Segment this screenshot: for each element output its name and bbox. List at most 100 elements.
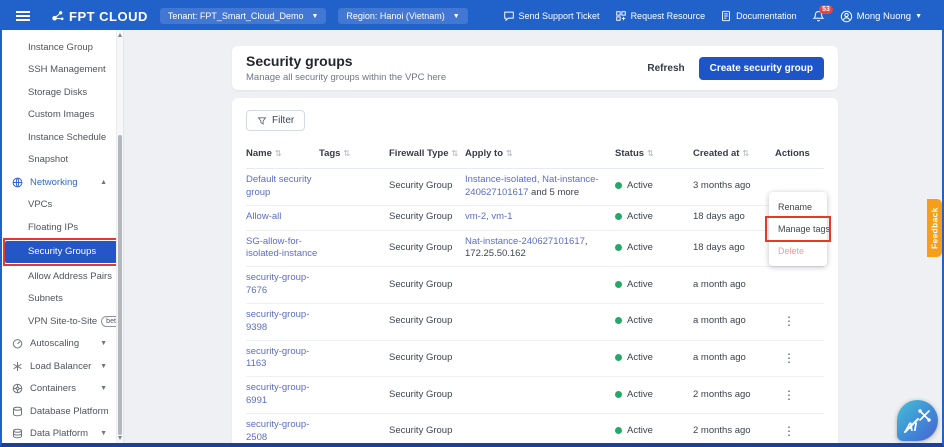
kebab-menu-icon[interactable]: ⋮ — [775, 424, 803, 438]
chevron-up-icon: ▲ — [100, 178, 107, 186]
cell-status: Active — [615, 352, 693, 365]
table-row: Default security group Security Group Inst… — [246, 169, 824, 206]
cell-firewall-type: Security Group — [389, 425, 453, 437]
security-group-name-link[interactable]: security-group-2508 — [246, 419, 309, 443]
sidebar-item-label: Security Groups — [28, 246, 97, 258]
table-row: Allow-all Security Group vm-2, vm-1 Active 1… — [246, 206, 824, 231]
apply-to-link[interactable]: vm-2, vm-1 — [465, 211, 513, 222]
data-platform-icon — [12, 428, 23, 439]
security-group-name-link[interactable]: security-group-7676 — [246, 272, 309, 296]
column-header-status[interactable]: Status ⇅ — [615, 148, 693, 159]
refresh-button[interactable]: Refresh — [647, 63, 684, 74]
kebab-menu-icon[interactable]: ⋮ — [775, 388, 803, 402]
tenant-selector[interactable]: Tenant: FPT_Smart_Cloud_Demo ▼ — [159, 8, 327, 24]
nav-link-send-support-ticket[interactable]: Send Support Ticket — [503, 10, 600, 22]
fpt-cloud-logo-icon — [50, 9, 65, 24]
hamburger-menu-icon[interactable] — [16, 11, 30, 21]
status-dot-icon — [615, 390, 622, 398]
sidebar-item-vpcs[interactable]: VPCs — [2, 194, 123, 217]
security-group-name-link[interactable]: security-group-1163 — [246, 346, 309, 370]
sort-icon[interactable]: ⇅ — [742, 149, 749, 158]
nav-link-request-resource[interactable]: Request Resource — [615, 10, 705, 22]
security-group-name-link[interactable]: Allow-all — [246, 211, 281, 222]
column-header-apply-to[interactable]: Apply to ⇅ — [465, 148, 615, 159]
status-label: Active — [627, 180, 653, 192]
column-header-firewall-type[interactable]: Firewall Type ⇅ — [389, 148, 465, 159]
security-group-name-link[interactable]: security-group-6991 — [246, 382, 309, 406]
column-header-name[interactable]: Name ⇅ — [246, 148, 319, 159]
region-selector[interactable]: Region: Hanoi (Vietnam) ▼ — [338, 8, 468, 24]
table-row: security-group-7676 Security Group Active a… — [246, 267, 824, 304]
notification-badge: 53 — [818, 4, 834, 14]
containers-icon — [12, 383, 23, 394]
column-header-tags[interactable]: Tags ⇅ — [319, 148, 389, 159]
cell-firewall-type: Security Group — [389, 278, 453, 290]
sidebar-item-snapshot[interactable]: Snapshot — [2, 149, 123, 172]
kebab-menu-icon[interactable]: ⋮ — [775, 351, 803, 365]
sort-icon[interactable]: ⇅ — [343, 149, 350, 158]
sidebar-item-label: Custom Images — [28, 109, 95, 121]
sort-icon[interactable]: ⇅ — [506, 149, 513, 158]
status-label: Active — [627, 278, 653, 290]
scrollbar-thumb[interactable] — [118, 135, 122, 435]
security-group-name-link[interactable]: security-group-9398 — [246, 309, 309, 333]
sidebar-item-vpn-site-to-site[interactable]: VPN Site-to-Site beta — [2, 310, 123, 333]
security-group-name-link[interactable]: SG-allow-for-isolated-instance — [246, 236, 317, 260]
sidebar-item-data-platform[interactable]: Data Platform ▼ — [2, 423, 123, 444]
ai-assistant-button[interactable]: AI — [897, 400, 938, 441]
cell-firewall-type: Security Group — [389, 388, 453, 400]
feedback-tab[interactable]: Feedback — [927, 199, 942, 257]
user-icon — [840, 10, 853, 23]
status-dot-icon — [615, 427, 622, 435]
filter-button[interactable]: Filter — [246, 110, 306, 131]
menu-item-delete[interactable]: Delete — [769, 240, 827, 262]
chevron-down-icon: ▼ — [100, 340, 107, 348]
security-groups-table: Name ⇅ Tags ⇅ Firewall Type ⇅ Apply to ⇅ Status ⇅… — [246, 143, 824, 443]
sidebar-item-storage-disks[interactable]: Storage Disks — [2, 81, 123, 104]
sidebar-item-networking[interactable]: Networking ▲ — [2, 171, 123, 194]
sidebar-item-instance-schedule[interactable]: Instance Schedule — [2, 126, 123, 149]
sidebar-item-floating-ips[interactable]: Floating IPs — [2, 216, 123, 239]
cell-created-at: a month ago — [693, 351, 746, 363]
sidebar-item-custom-images[interactable]: Custom Images — [2, 104, 123, 127]
scroll-up-icon[interactable] — [118, 33, 122, 37]
status-dot-icon — [615, 317, 622, 325]
notifications-button[interactable]: 53 — [812, 4, 834, 23]
sidebar-scrollbar[interactable] — [116, 30, 123, 443]
apply-to-link[interactable]: Nat-instance-240627101617 — [465, 236, 585, 247]
user-menu[interactable]: Mong Nuong ▼ — [840, 10, 922, 23]
nav-link-documentation[interactable]: Documentation — [720, 10, 797, 22]
sidebar-item-instance-group[interactable]: Instance Group — [2, 36, 123, 59]
sort-icon[interactable]: ⇅ — [275, 149, 282, 158]
sidebar-item-containers[interactable]: Containers ▼ — [2, 378, 123, 401]
sidebar-item-subnets[interactable]: Subnets — [2, 288, 123, 311]
status-label: Active — [627, 315, 653, 327]
sidebar-item-allow-address-pairs[interactable]: Allow Address Pairs — [2, 265, 123, 288]
column-header-created-at[interactable]: Created at ⇅ — [693, 148, 775, 159]
cell-firewall-type: Security Group — [389, 315, 453, 327]
cell-created-at: 3 months ago — [693, 180, 751, 192]
brand-logo[interactable]: FPT CLOUD — [50, 9, 148, 24]
sidebar-item-security-groups[interactable]: Security Groups — [3, 237, 122, 266]
create-security-group-button[interactable]: Create security group — [698, 56, 824, 80]
cell-created-at: a month ago — [693, 278, 746, 290]
app-window: FPT CLOUD Tenant: FPT_Smart_Cloud_Demo ▼… — [0, 0, 944, 447]
kebab-menu-icon[interactable]: ⋮ — [775, 314, 803, 328]
sidebar-item-ssh-management[interactable]: SSH Management — [2, 59, 123, 82]
sidebar-item-label: Snapshot — [28, 154, 69, 166]
menu-item-manage-tags[interactable]: Manage tags — [765, 216, 831, 242]
sidebar-item-label: Instance Schedule — [28, 131, 107, 143]
sidebar-item-load-balancer[interactable]: Load Balancer ▼ — [2, 355, 123, 378]
scroll-down-icon[interactable] — [118, 436, 122, 440]
security-group-name-link[interactable]: Default security group — [246, 174, 311, 198]
main-content: Security groups Manage all security grou… — [124, 30, 942, 443]
sort-icon[interactable]: ⇅ — [451, 149, 458, 158]
sidebar-item-label: Subnets — [28, 293, 63, 305]
cell-apply-to: Instance-isolated, Nat-instance-24062710… — [465, 174, 615, 200]
sort-icon[interactable]: ⇅ — [647, 149, 654, 158]
cell-status: Active — [615, 425, 693, 438]
menu-item-rename[interactable]: Rename — [769, 196, 827, 218]
sidebar-item-database-platform[interactable]: Database Platform▼ — [2, 400, 123, 423]
status-dot-icon — [615, 353, 622, 361]
sidebar-item-autoscaling[interactable]: Autoscaling ▼ — [2, 333, 123, 356]
